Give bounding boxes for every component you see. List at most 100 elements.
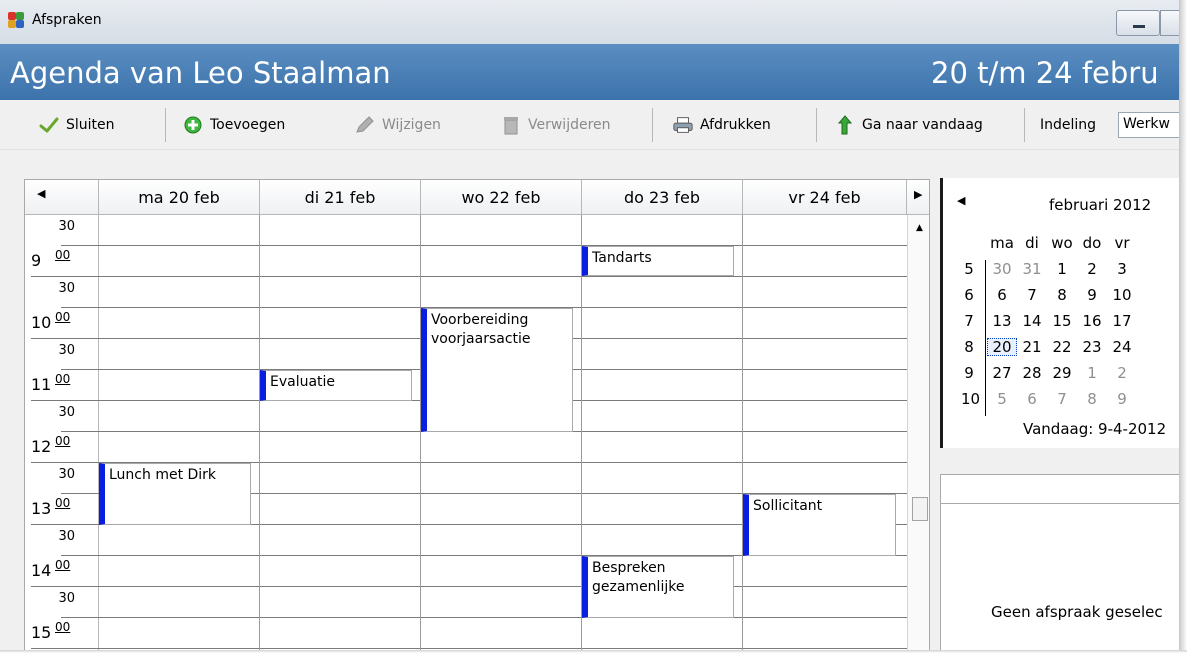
time-slot-half: 30: [25, 277, 99, 308]
day-header-mon[interactable]: ma 20 feb: [99, 180, 260, 215]
grid-line: [99, 617, 907, 618]
time-slot-hour: 9 00: [25, 246, 99, 277]
day-cell[interactable]: 10: [1107, 286, 1137, 304]
day-cell[interactable]: 16: [1077, 312, 1107, 330]
weekday-label: wo: [1051, 234, 1073, 252]
trash-icon: [500, 115, 522, 135]
day-header-wed[interactable]: wo 22 feb: [421, 180, 582, 215]
day-cell[interactable]: 15: [1047, 312, 1077, 330]
day-cell[interactable]: 22: [1047, 338, 1077, 356]
go-to-today-button[interactable]: Ga naar vandaag: [834, 113, 983, 137]
appointment-grid[interactable]: Tandarts Voorbereiding voorjaarsactie Ev…: [99, 215, 907, 650]
time-slot-half: 30: [25, 587, 99, 618]
column-divider: [742, 215, 743, 650]
day-cell[interactable]: 6: [987, 286, 1017, 304]
day-cell[interactable]: 27: [987, 364, 1017, 382]
day-header-tue[interactable]: di 21 feb: [260, 180, 421, 215]
day-cell[interactable]: 24: [1107, 338, 1137, 356]
day-cell[interactable]: 5: [987, 390, 1017, 408]
day-cell[interactable]: 1: [1077, 364, 1107, 382]
weekday-label: vr: [1114, 234, 1130, 252]
day-cell[interactable]: 7: [1047, 390, 1077, 408]
day-cell[interactable]: 2: [1077, 260, 1107, 278]
next-week-button[interactable]: ▶: [907, 180, 929, 215]
add-button[interactable]: Toevoegen: [182, 113, 285, 137]
layout-select[interactable]: Werkw: [1118, 112, 1179, 138]
previous-week-button[interactable]: ◀: [25, 180, 99, 215]
day-cell[interactable]: 21: [1017, 338, 1047, 356]
day-cell[interactable]: 2: [1107, 364, 1137, 382]
appointment[interactable]: Sollicitant: [743, 494, 896, 556]
close-button[interactable]: Sluiten: [38, 113, 115, 137]
appointment-title: Voorbereiding voorjaarsactie: [431, 312, 531, 347]
appointment[interactable]: Tandarts: [582, 246, 734, 276]
time-slot-hour: 15 00: [25, 618, 99, 649]
day-cell[interactable]: 7: [1017, 286, 1047, 304]
edit-button[interactable]: Wijzigen: [354, 113, 441, 137]
mini-calendar-month: februari 2012: [1049, 196, 1152, 214]
edit-label: Wijzigen: [382, 117, 441, 133]
day-cell[interactable]: 1: [1047, 260, 1077, 278]
delete-button[interactable]: Verwijderen: [500, 113, 611, 137]
time-slot-hour: 14 00: [25, 556, 99, 587]
scroll-up-icon[interactable]: ▲: [916, 223, 923, 233]
window-shadow: [1180, 0, 1187, 653]
maximize-button[interactable]: [1160, 10, 1179, 36]
day-cell[interactable]: 31: [1017, 260, 1047, 278]
scroll-thumb[interactable]: [912, 497, 928, 521]
vertical-scrollbar[interactable]: ▲: [907, 215, 929, 650]
time-slot-hour: 11 00: [25, 370, 99, 401]
close-label: Sluiten: [66, 117, 115, 133]
time-slot-hour: 13 00: [25, 494, 99, 525]
appointment[interactable]: Lunch met Dirk: [99, 463, 251, 525]
toolbar-divider: [652, 108, 653, 142]
minimize-button[interactable]: [1116, 10, 1160, 36]
day-cell[interactable]: 6: [1017, 390, 1047, 408]
day-header-thu[interactable]: do 23 feb: [582, 180, 743, 215]
time-column: 30 9 00 30 10 00 30 11 00 30 12 00 30 13 00 3…: [25, 215, 99, 650]
week-calendar: ◀ ma 20 feb di 21 feb wo 22 feb do 23 fe…: [24, 179, 930, 650]
day-cell[interactable]: 9: [1077, 286, 1107, 304]
pencil-icon: [354, 115, 376, 135]
day-cell[interactable]: 9: [1107, 390, 1137, 408]
day-cell[interactable]: 28: [1017, 364, 1047, 382]
day-cell[interactable]: 29: [1047, 364, 1077, 382]
time-slot-half: 30: [25, 463, 99, 494]
day-header-fri[interactable]: vr 24 feb: [743, 180, 907, 215]
day-cell[interactable]: 8: [1077, 390, 1107, 408]
time-slot-half: 30: [25, 339, 99, 370]
print-button[interactable]: Afdrukken: [672, 113, 771, 137]
mini-calendar: ◀ februari 2012 ma di wo do vr 5 30 31 1…: [940, 178, 1179, 448]
side-panel: ◀ februari 2012 ma di wo do vr 5 30 31 1…: [940, 178, 1179, 650]
print-label: Afdrukken: [700, 117, 771, 133]
toolbar-divider: [165, 108, 166, 142]
day-cell[interactable]: 17: [1107, 312, 1137, 330]
appointments-window: Afspraken Agenda van Leo Staalman 20 t/m…: [0, 0, 1180, 650]
week-number: 5: [964, 260, 974, 278]
delete-label: Verwijderen: [528, 117, 611, 133]
grid-line: [99, 245, 907, 246]
appointment[interactable]: Bespreken gezamenlijke: [582, 556, 734, 618]
day-cell[interactable]: 13: [987, 312, 1017, 330]
week-number: 7: [964, 312, 974, 330]
day-cell[interactable]: 14: [1017, 312, 1047, 330]
arrow-up-icon: [834, 115, 856, 135]
day-cell[interactable]: 8: [1047, 286, 1077, 304]
appointment[interactable]: Voorbereiding voorjaarsactie: [421, 308, 573, 432]
day-cell[interactable]: 23: [1077, 338, 1107, 356]
previous-month-icon[interactable]: ◀: [957, 194, 965, 207]
column-divider: [259, 215, 260, 650]
day-cell-selected[interactable]: 20: [987, 338, 1017, 356]
no-selection-message: Geen afspraak geselec: [991, 603, 1163, 621]
appointment-title: Evaluatie: [270, 374, 336, 390]
day-cell[interactable]: 3: [1107, 260, 1137, 278]
chevron-left-icon: ◀: [37, 187, 46, 200]
chevron-right-icon: ▶: [914, 188, 923, 201]
add-icon: [182, 115, 204, 135]
date-range: 20 t/m 24 febru: [931, 56, 1159, 90]
appointment[interactable]: Evaluatie: [260, 370, 412, 401]
day-cell[interactable]: 30: [987, 260, 1017, 278]
today-link[interactable]: Vandaag: 9-4-2012: [1023, 420, 1166, 438]
week-number-divider: [985, 260, 986, 416]
appointment-detail-panel: Geen afspraak geselec: [940, 474, 1179, 650]
